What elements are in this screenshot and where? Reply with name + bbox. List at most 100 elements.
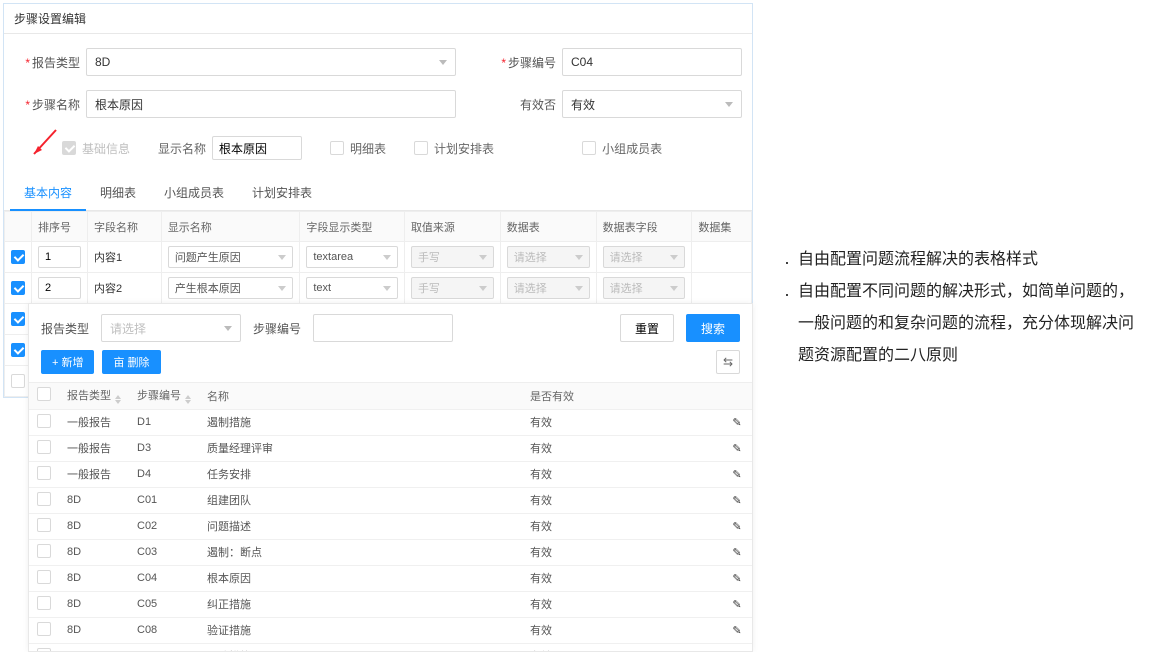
cell-valid: 有效 — [522, 643, 722, 651]
row-checkbox[interactable] — [11, 343, 25, 357]
feature-description: 自由配置问题流程解决的表格样式 自由配置不同问题的解决形式，如简单问题的，一般问… — [784, 244, 1144, 372]
tab-basic[interactable]: 基本内容 — [10, 176, 86, 211]
settings-icon[interactable]: ⇆ — [716, 350, 740, 374]
tab-detail[interactable]: 明细表 — [86, 176, 150, 210]
detail-checkbox[interactable] — [330, 141, 344, 155]
edit-icon[interactable]: ✎ — [732, 547, 741, 559]
cell-no: D4 — [129, 461, 199, 487]
row-checkbox[interactable] — [11, 374, 25, 388]
valid-select[interactable]: 有效 — [562, 90, 742, 118]
cell-name: 组建团队 — [199, 487, 522, 513]
edit-icon[interactable]: ✎ — [732, 625, 741, 637]
cell-name: 遏制措施 — [199, 409, 522, 435]
cell-valid: 有效 — [522, 539, 722, 565]
cell-type: 8D — [59, 591, 129, 617]
selectall-checkbox[interactable] — [37, 387, 51, 401]
add-button[interactable]: + 新增 — [41, 350, 94, 374]
report-type-select[interactable]: 8D — [86, 48, 456, 76]
plan-checkbox[interactable] — [414, 141, 428, 155]
showname-input[interactable] — [212, 136, 302, 160]
cell-no: C09 — [129, 643, 199, 651]
cell-name: 问题描述 — [199, 513, 522, 539]
sort-input[interactable] — [38, 246, 81, 268]
table-row: 一般报告D3质量经理评审有效✎ — [29, 435, 752, 461]
edit-icon[interactable]: ✎ — [732, 521, 741, 533]
basicinfo-checkbox — [62, 141, 76, 155]
edit-icon[interactable]: ✎ — [732, 469, 741, 481]
cell-no: C04 — [129, 565, 199, 591]
table-row: 8DC05纠正措施有效✎ — [29, 591, 752, 617]
filter-reporttype-label: 报告类型 — [41, 320, 89, 337]
tablefield-select[interactable]: 请选择 — [603, 246, 686, 268]
cell-no: D1 — [129, 409, 199, 435]
cell-type: 一般报告 — [59, 435, 129, 461]
cell-valid: 有效 — [522, 435, 722, 461]
tablefield-select[interactable]: 请选择 — [603, 277, 686, 299]
tab-members[interactable]: 小组成员表 — [150, 176, 238, 210]
row-checkbox[interactable] — [37, 518, 51, 532]
row-checkbox[interactable] — [37, 414, 51, 428]
cell-valid: 有效 — [522, 591, 722, 617]
table-row: 内容2产生根本原因text手写请选择请选择 — [5, 273, 752, 304]
source-select[interactable]: 手写 — [411, 246, 494, 268]
edit-icon[interactable]: ✎ — [732, 599, 741, 611]
edit-icon[interactable]: ✎ — [732, 443, 741, 455]
sort-input[interactable] — [38, 277, 81, 299]
row-checkbox[interactable] — [37, 570, 51, 584]
cell-valid: 有效 — [522, 487, 722, 513]
col-valid: 是否有效 — [522, 383, 722, 409]
row-checkbox[interactable] — [37, 596, 51, 610]
step-no-input[interactable] — [562, 48, 742, 76]
cell-name: 遏制：断点 — [199, 539, 522, 565]
step-name-input[interactable] — [86, 90, 456, 118]
table-row: 8DC01组建团队有效✎ — [29, 487, 752, 513]
display-select[interactable]: 问题产生原因 — [168, 246, 294, 268]
row-checkbox[interactable] — [37, 648, 51, 652]
cell-valid: 有效 — [522, 513, 722, 539]
row-checkbox[interactable] — [37, 492, 51, 506]
reset-button[interactable]: 重置 — [620, 314, 674, 342]
showname-label: 显示名称 — [158, 140, 206, 157]
col-stepno[interactable]: 步骤编号 — [129, 383, 199, 409]
filter-reporttype-select[interactable]: 请选择 — [101, 314, 241, 342]
cell-no: C02 — [129, 513, 199, 539]
row-checkbox[interactable] — [37, 466, 51, 480]
form-area: *报告类型 8D *步骤编号 *步骤名称 有效否 有效 基础信息 显示名称 明细… — [4, 34, 752, 176]
type-select[interactable]: textarea — [306, 246, 398, 268]
table-row: 一般报告D1遏制措施有效✎ — [29, 409, 752, 435]
row-checkbox[interactable] — [37, 440, 51, 454]
search-button[interactable]: 搜索 — [686, 314, 740, 342]
tab-plan[interactable]: 计划安排表 — [238, 176, 326, 210]
member-checkbox[interactable] — [582, 141, 596, 155]
cell-name: 验证措施 — [199, 617, 522, 643]
table-select[interactable]: 请选择 — [507, 246, 590, 268]
table-row: 8DC09预防措施有效✎ — [29, 643, 752, 651]
row-checkbox[interactable] — [11, 281, 25, 295]
table-row: 8DC08验证措施有效✎ — [29, 617, 752, 643]
field-name: 内容1 — [94, 252, 122, 264]
row-checkbox[interactable] — [11, 312, 25, 326]
cell-valid: 有效 — [522, 565, 722, 591]
cell-name: 任务安排 — [199, 461, 522, 487]
row-checkbox[interactable] — [37, 622, 51, 636]
cell-valid: 有效 — [522, 461, 722, 487]
display-select[interactable]: 产生根本原因 — [168, 277, 294, 299]
row-checkbox[interactable] — [11, 250, 25, 264]
edit-icon[interactable]: ✎ — [732, 573, 741, 585]
edit-icon[interactable]: ✎ — [732, 495, 741, 507]
filter-stepno-input[interactable] — [313, 314, 453, 342]
cell-no: C01 — [129, 487, 199, 513]
tabs: 基本内容 明细表 小组成员表 计划安排表 — [4, 176, 752, 211]
field-name: 内容2 — [94, 283, 122, 295]
col-reporttype[interactable]: 报告类型 — [59, 383, 129, 409]
report-type-label: 报告类型 — [32, 56, 80, 70]
table-select[interactable]: 请选择 — [507, 277, 590, 299]
cell-name: 预防措施 — [199, 643, 522, 651]
cell-no: D3 — [129, 435, 199, 461]
source-select[interactable]: 手写 — [411, 277, 494, 299]
delete-button[interactable]: 亩 删除 — [102, 350, 160, 374]
edit-icon[interactable]: ✎ — [732, 651, 741, 652]
row-checkbox[interactable] — [37, 544, 51, 558]
type-select[interactable]: text — [306, 277, 398, 299]
edit-icon[interactable]: ✎ — [732, 417, 741, 429]
